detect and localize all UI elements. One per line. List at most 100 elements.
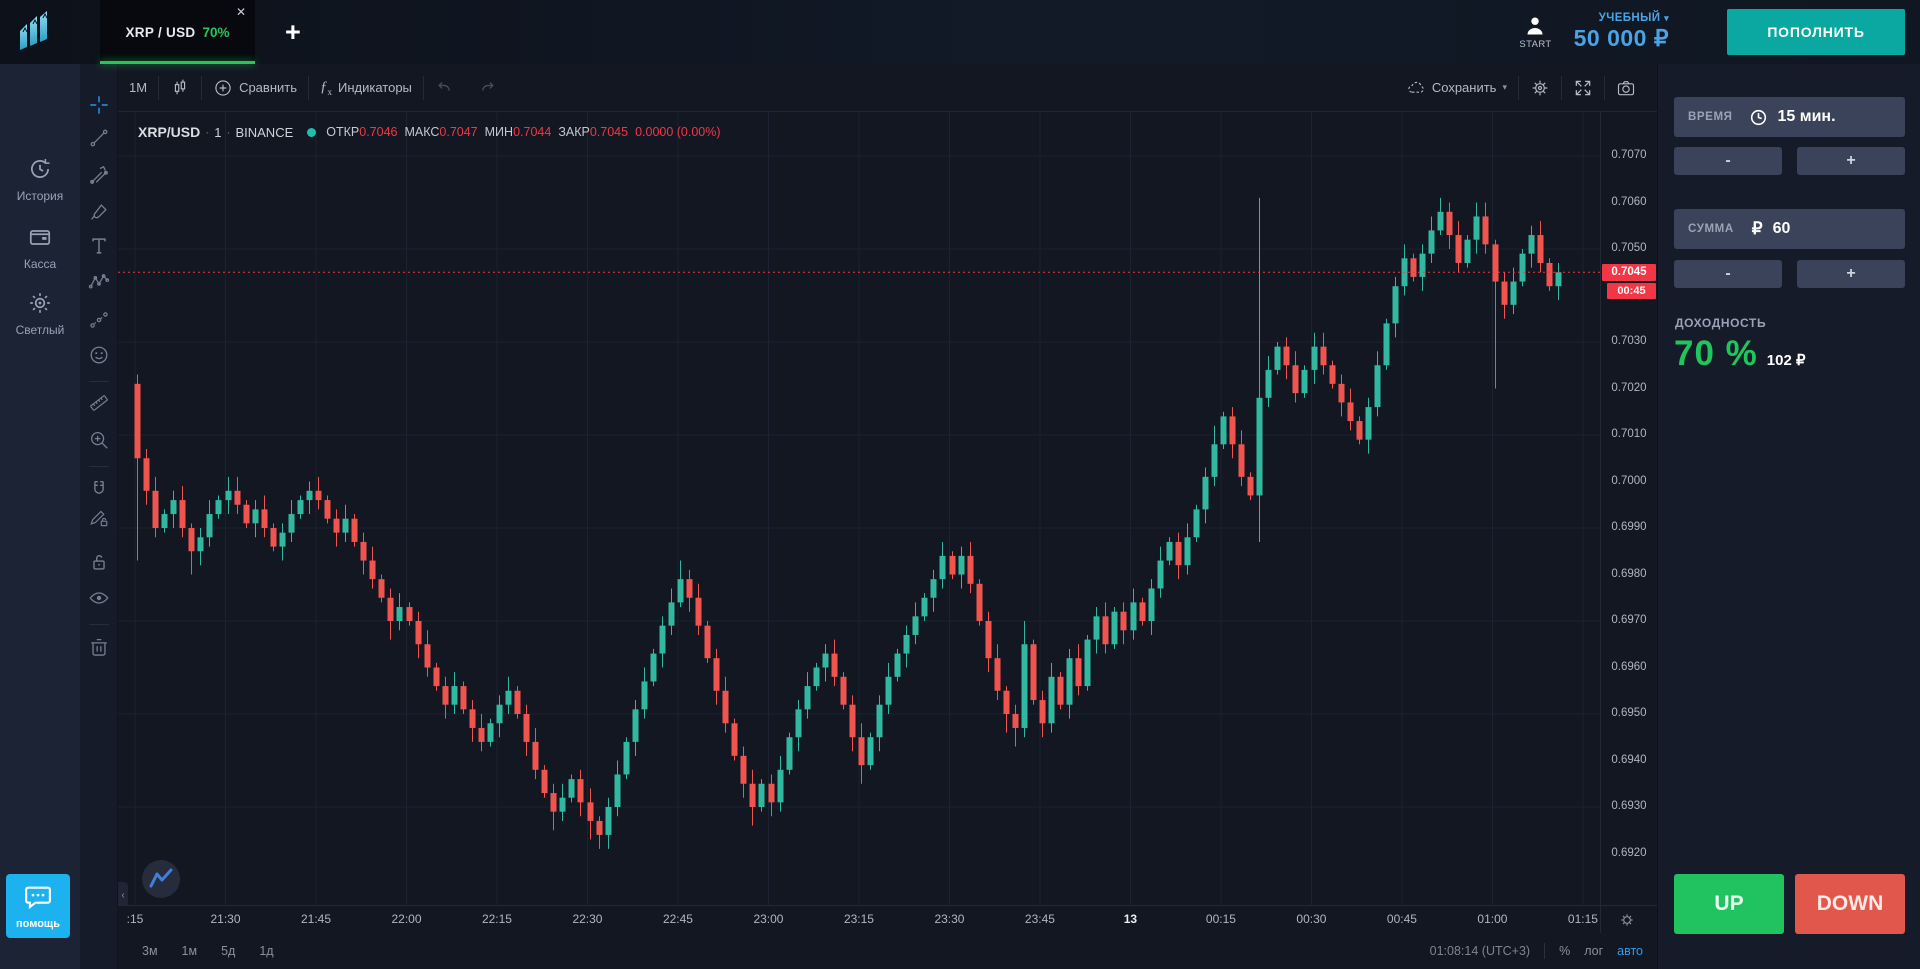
compare-icon (213, 78, 233, 98)
ohlc-pair: ЗАКР0.7045 (558, 125, 628, 139)
interval-button[interactable]: 1М (118, 74, 158, 102)
time-tick-label: 22:15 (475, 912, 519, 926)
amount-plus-button[interactable]: + (1797, 260, 1905, 288)
payout-label: ДОХОДНОСТЬ (1675, 316, 1766, 330)
chevron-down-icon: ▾ (1502, 82, 1507, 93)
price-tick-label: 0.7030 (1601, 335, 1657, 347)
user-icon (1523, 14, 1547, 38)
sidebar-item-theme[interactable]: Светлый (0, 290, 80, 337)
add-tab-button[interactable]: + (285, 19, 301, 46)
draw-tool-crosshair[interactable] (88, 94, 110, 116)
draw-tool-pitchfork[interactable] (88, 164, 110, 186)
platform-logo-icon (12, 9, 58, 55)
draw-tool-text[interactable] (88, 235, 110, 257)
time-tick-label: 21:45 (294, 912, 338, 926)
auto-scale-button[interactable]: авто (1617, 944, 1643, 958)
draw-tool-zoom-in[interactable] (88, 429, 110, 451)
bottom-divider (1544, 943, 1545, 959)
ohlc-value: 0.7046 (359, 125, 397, 139)
user-menu[interactable]: START (1519, 14, 1551, 50)
chart-settings-button[interactable] (1519, 74, 1561, 102)
time-field-value: 15 мин. (1778, 108, 1836, 126)
history-icon (27, 169, 53, 186)
drawbar-divider (89, 466, 109, 467)
time-minus-button[interactable]: - (1674, 147, 1782, 175)
price-axis[interactable]: 0.70700.70600.70500.70400.70300.70200.70… (1601, 112, 1657, 905)
draw-tool-magnet[interactable] (88, 478, 110, 500)
time-plus-button[interactable]: + (1797, 147, 1905, 175)
percent-scale-button[interactable]: % (1559, 944, 1570, 958)
amount-field[interactable]: СУММА ₽ 60 (1674, 209, 1905, 249)
sidebar-item-history[interactable]: История (0, 156, 80, 203)
indicators-button[interactable]: ƒx Индикаторы (309, 74, 423, 102)
redo-button[interactable] (466, 74, 508, 102)
range-button-3м[interactable]: 3м (142, 944, 158, 958)
sidebar-item-cashier[interactable]: Касса (0, 224, 80, 271)
session-clock[interactable]: 01:08:14 (UTC+3) (1430, 944, 1530, 958)
chart-bottom-bar: 3м 1м 5д 1д 01:08:14 (UTC+3) % лог авто (118, 933, 1657, 969)
fullscreen-icon (1573, 78, 1593, 98)
price-tick-label: 0.7000 (1601, 475, 1657, 487)
draw-tool-trash[interactable] (88, 636, 110, 658)
ohlc-label: МИН (485, 125, 513, 139)
redo-icon (477, 78, 497, 98)
time-field[interactable]: ВРЕМЯ 15 мин. (1674, 97, 1905, 137)
range-button-5д[interactable]: 5д (221, 944, 235, 958)
account-balance: 50 000 ₽ (1574, 25, 1669, 51)
price-tick-label: 0.6940 (1601, 754, 1657, 766)
draw-tool-xabcd-pattern[interactable] (88, 271, 110, 293)
ohlc-value: 0.7044 (513, 125, 551, 139)
snapshot-button[interactable] (1605, 74, 1647, 102)
range-button-1м[interactable]: 1м (182, 944, 198, 958)
chevron-down-icon: ▾ (1664, 13, 1669, 23)
draw-tool-trend-line[interactable] (88, 127, 110, 149)
draw-tool-brush[interactable] (88, 201, 110, 223)
time-tick-label: 01:15 (1561, 912, 1605, 926)
draw-tool-eye[interactable] (88, 587, 110, 609)
help-button[interactable]: помощь (6, 874, 70, 938)
amount-field-value: 60 (1773, 220, 1791, 238)
draw-tool-unlock[interactable] (88, 551, 110, 573)
chart-type-button[interactable] (159, 74, 201, 102)
time-axis[interactable]: :1521:3021:4522:0022:1522:3022:4523:0023… (118, 905, 1657, 933)
draw-tool-draw-lock[interactable] (88, 507, 110, 529)
draw-tool-ruler[interactable] (88, 392, 110, 414)
save-layout-button[interactable]: Сохранить ▾ (1395, 74, 1518, 102)
camera-icon (1616, 78, 1636, 98)
sun-icon (27, 303, 53, 320)
draw-tool-emoji[interactable] (88, 344, 110, 366)
candlestick-chart[interactable]: XRP/USD · 1 · BINANCE ОТКР0.7046МАКС0.70… (118, 112, 1600, 905)
price-tick-label: 0.7050 (1601, 242, 1657, 254)
ruble-icon: ₽ (1752, 219, 1763, 239)
axis-settings-button[interactable] (1619, 912, 1635, 928)
time-tick-label: 22:45 (656, 912, 700, 926)
account-block[interactable]: УЧЕБНЫЙ ▾ 50 000 ₽ (1574, 12, 1669, 52)
tab-close-icon[interactable]: ✕ (236, 6, 246, 18)
chat-icon (23, 882, 53, 912)
deposit-button[interactable]: ПОПОЛНИТЬ (1727, 9, 1905, 55)
asset-tab-label: XRP / USD (125, 25, 195, 40)
legend-separator: · (226, 125, 230, 139)
collapse-toolbar-handle[interactable]: ‹ (118, 882, 128, 905)
save-label: Сохранить (1432, 80, 1497, 95)
down-button[interactable]: DOWN (1795, 874, 1905, 934)
time-tick-label: 23:45 (1018, 912, 1062, 926)
legend-interval: 1 (214, 125, 221, 140)
asset-tab[interactable]: XRP / USD 70% ✕ (100, 0, 255, 64)
undo-icon (435, 78, 455, 98)
time-field-label: ВРЕМЯ (1688, 111, 1733, 123)
payout-percent: 70 % (1674, 334, 1758, 374)
amount-minus-button[interactable]: - (1674, 260, 1782, 288)
range-buttons: 3м 1м 5д 1д (118, 942, 274, 960)
draw-tool-forecast[interactable] (88, 309, 110, 331)
log-scale-button[interactable]: лог (1584, 944, 1603, 958)
range-button-1д[interactable]: 1д (259, 944, 273, 958)
ohlc-value: 0.7047 (439, 125, 477, 139)
compare-button[interactable]: Сравнить (202, 74, 308, 102)
user-name-label: START (1519, 39, 1551, 50)
chart-legend: XRP/USD · 1 · BINANCE ОТКР0.7046МАКС0.70… (138, 124, 728, 140)
undo-button[interactable] (424, 74, 466, 102)
account-type-dropdown[interactable]: УЧЕБНЫЙ ▾ (1574, 12, 1669, 25)
up-button[interactable]: UP (1674, 874, 1784, 934)
fullscreen-button[interactable] (1562, 74, 1604, 102)
